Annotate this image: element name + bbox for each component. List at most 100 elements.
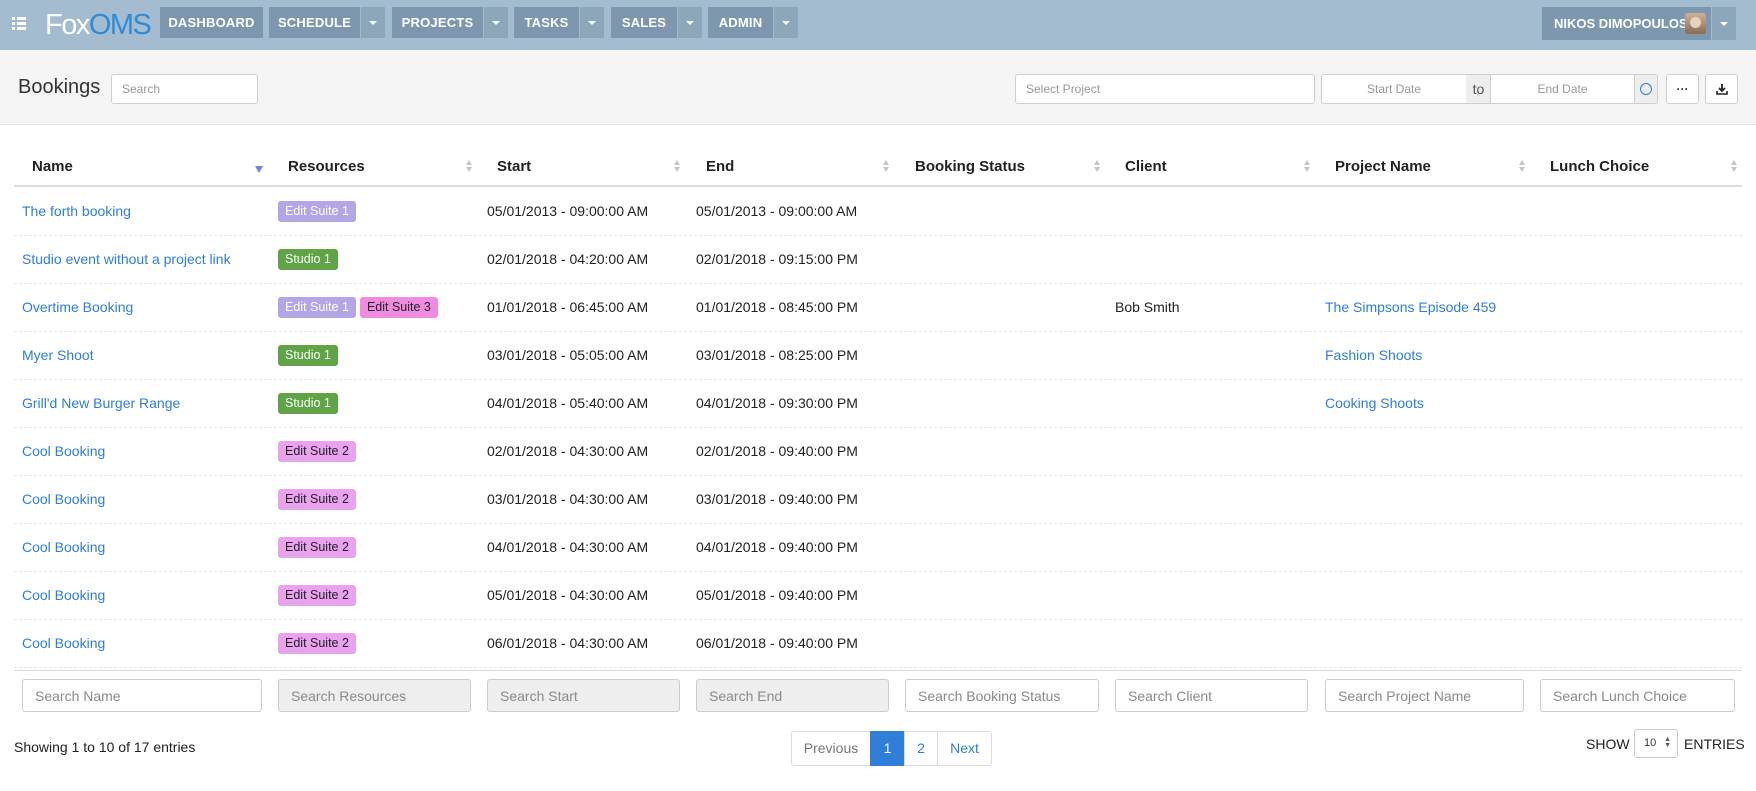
booking-name-link[interactable]: Cool Booking xyxy=(22,443,105,459)
table-row: Cool Booking Edit Suite 2 02/01/2018 - 04:… xyxy=(14,428,1742,476)
logo-text-oms: OMS xyxy=(88,9,152,41)
resources-cell: Edit Suite 2 xyxy=(278,633,360,654)
search-lunch-choice-input[interactable] xyxy=(1540,679,1735,712)
search-client-input[interactable] xyxy=(1115,679,1308,712)
start-cell: 02/01/2018 - 04:20:00 AM xyxy=(487,251,649,267)
nav-admin[interactable]: ADMIN xyxy=(708,7,773,38)
table-row: Cool Booking Edit Suite 2 04/01/2018 - 04:… xyxy=(14,524,1742,572)
sort-icon[interactable] xyxy=(466,160,473,174)
nav-tasks[interactable]: TASKS xyxy=(514,7,579,38)
page-title: Bookings xyxy=(18,76,101,98)
nav-admin-dropdown-caret-icon[interactable] xyxy=(774,7,798,38)
nav-schedule[interactable]: SCHEDULE xyxy=(269,7,360,38)
booking-name-link[interactable]: Cool Booking xyxy=(22,635,105,651)
resource-badge: Edit Suite 2 xyxy=(278,441,356,462)
search-resources-input xyxy=(278,679,471,712)
column-header-client[interactable]: Client xyxy=(1125,158,1167,175)
resource-badge: Studio 1 xyxy=(278,345,338,366)
sort-icon[interactable] xyxy=(674,160,681,174)
project-name-link[interactable]: The Simpsons Episode 459 xyxy=(1325,299,1496,315)
search-name-input[interactable] xyxy=(22,679,262,712)
client-cell: Bob Smith xyxy=(1115,299,1180,315)
resources-cell: Edit Suite 2 xyxy=(278,441,360,462)
sort-icon[interactable] xyxy=(1094,160,1101,174)
booking-name-link[interactable]: Cool Booking xyxy=(22,587,105,603)
column-header-resources[interactable]: Resources xyxy=(288,158,365,175)
clear-date-icon[interactable] xyxy=(1634,74,1658,104)
column-header-booking-status[interactable]: Booking Status xyxy=(915,158,1025,175)
pagination-page-2[interactable]: 2 xyxy=(904,731,938,766)
nav-schedule-dropdown-caret-icon[interactable] xyxy=(361,7,385,38)
sort-desc-icon[interactable] xyxy=(255,166,264,173)
end-cell: 02/01/2018 - 09:15:00 PM xyxy=(696,251,858,267)
page-length-select[interactable]: 10 ▲ ▼ xyxy=(1634,729,1678,758)
end-cell: 03/01/2018 - 09:40:00 PM xyxy=(696,491,858,507)
end-cell: 04/01/2018 - 09:40:00 PM xyxy=(696,539,858,555)
booking-name-link[interactable]: Cool Booking xyxy=(22,491,105,507)
column-header-start[interactable]: Start xyxy=(497,158,531,175)
sort-icon[interactable] xyxy=(1731,160,1738,174)
booking-name-link[interactable]: Grill'd New Burger Range xyxy=(22,395,180,411)
resource-badge: Edit Suite 2 xyxy=(278,537,356,558)
booking-name-link[interactable]: The forth booking xyxy=(22,203,131,219)
search-booking-status-input[interactable] xyxy=(905,679,1099,712)
pagination-page-1[interactable]: 1 xyxy=(870,731,905,766)
app-logo[interactable]: FoxOMS xyxy=(45,9,152,41)
sort-icon[interactable] xyxy=(1304,160,1311,174)
nav-tasks-dropdown-caret-icon[interactable] xyxy=(580,7,604,38)
start-cell: 06/01/2018 - 04:30:00 AM xyxy=(487,635,649,651)
start-date-input[interactable] xyxy=(1321,74,1467,104)
booking-name-link[interactable]: Overtime Booking xyxy=(22,299,133,315)
project-name-link[interactable]: Cooking Shoots xyxy=(1325,395,1424,411)
pagination-previous-button[interactable]: Previous xyxy=(791,731,871,766)
show-label: SHOW xyxy=(1586,736,1630,752)
select-arrows-icon: ▲ ▼ xyxy=(1664,736,1671,749)
resource-badge: Edit Suite 2 xyxy=(278,489,356,510)
user-menu-caret-icon[interactable] xyxy=(1712,7,1736,40)
logo-text-fox: Fox xyxy=(45,9,90,41)
search-input[interactable] xyxy=(111,74,258,104)
project-name-link[interactable]: Fashion Shoots xyxy=(1325,347,1422,363)
top-navbar: FoxOMS DASHBOARD SCHEDULE PROJECTS TASKS… xyxy=(0,0,1756,50)
pagination-next-button[interactable]: Next xyxy=(937,731,992,766)
select-project-field[interactable] xyxy=(1015,74,1315,104)
resource-badge: Edit Suite 1 xyxy=(278,297,356,318)
nav-projects-dropdown-caret-icon[interactable] xyxy=(484,7,508,38)
table-row: Cool Booking Edit Suite 2 06/01/2018 - 04:… xyxy=(14,620,1742,668)
nav-projects[interactable]: PROJECTS xyxy=(392,7,483,38)
booking-name-link[interactable]: Cool Booking xyxy=(22,539,105,555)
search-start-input xyxy=(487,679,680,712)
resource-badge: Edit Suite 3 xyxy=(359,297,438,318)
resources-cell: Studio 1 xyxy=(278,393,342,414)
sort-icon[interactable] xyxy=(1519,160,1526,174)
column-header-name[interactable]: Name xyxy=(32,158,73,175)
table-row: Myer Shoot Studio 1 03/01/2018 - 05:05:00 … xyxy=(14,332,1742,380)
column-header-lunch-choice[interactable]: Lunch Choice xyxy=(1550,158,1649,175)
nav-sales[interactable]: SALES xyxy=(611,7,677,38)
table-info: Showing 1 to 10 of 17 entries xyxy=(14,739,196,755)
end-date-input[interactable] xyxy=(1490,74,1635,104)
search-project-name-input[interactable] xyxy=(1325,679,1524,712)
menu-list-icon[interactable] xyxy=(12,17,26,31)
booking-name-link[interactable]: Myer Shoot xyxy=(22,347,94,363)
end-cell: 01/01/2018 - 08:45:00 PM xyxy=(696,299,858,315)
nav-sales-dropdown-caret-icon[interactable] xyxy=(678,7,702,38)
entries-label: ENTRIES xyxy=(1684,736,1745,752)
resources-cell: Edit Suite 1 Edit Suite 3 xyxy=(278,297,442,318)
more-options-button[interactable]: ··· xyxy=(1666,74,1699,104)
download-button[interactable] xyxy=(1705,74,1738,104)
start-cell: 02/01/2018 - 04:30:00 AM xyxy=(487,443,649,459)
table-row: Studio event without a project link Studi… xyxy=(14,236,1742,284)
end-cell: 03/01/2018 - 08:25:00 PM xyxy=(696,347,858,363)
user-menu-button[interactable]: NIKOS DIMOPOULOS xyxy=(1542,7,1711,40)
sort-icon[interactable] xyxy=(883,160,890,174)
resource-badge: Studio 1 xyxy=(278,249,338,270)
nav-dashboard[interactable]: DASHBOARD xyxy=(160,7,263,38)
search-end-input xyxy=(696,679,889,712)
resources-cell: Studio 1 xyxy=(278,249,342,270)
end-cell: 04/01/2018 - 09:30:00 PM xyxy=(696,395,858,411)
booking-name-link[interactable]: Studio event without a project link xyxy=(22,251,231,267)
start-cell: 05/01/2013 - 09:00:00 AM xyxy=(487,203,649,219)
column-header-project-name[interactable]: Project Name xyxy=(1335,158,1431,175)
column-header-end[interactable]: End xyxy=(706,158,734,175)
